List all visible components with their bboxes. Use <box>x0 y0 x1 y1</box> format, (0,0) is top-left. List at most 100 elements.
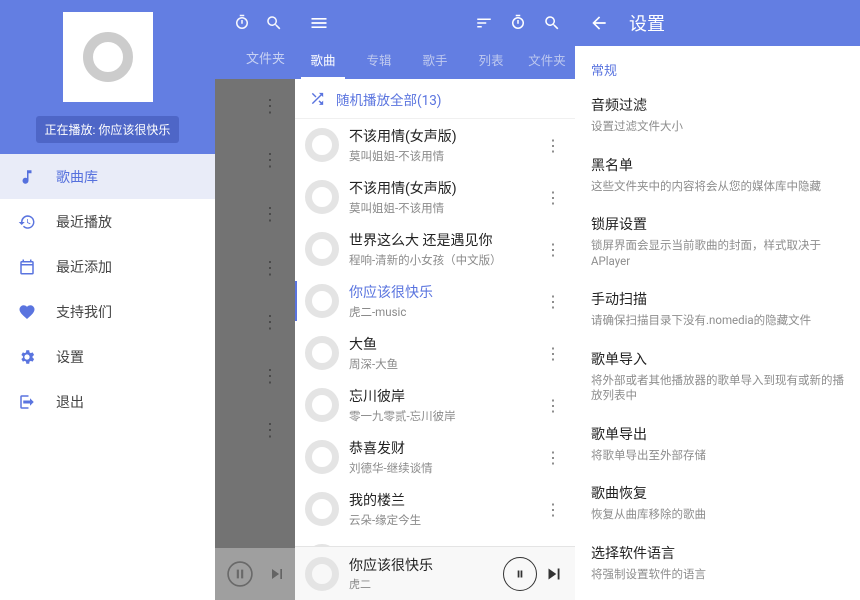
tab-0[interactable]: 歌曲 <box>295 46 351 79</box>
song-art-icon <box>305 440 339 474</box>
mini-player[interactable]: 你应该很快乐 虎二 <box>295 546 575 600</box>
setting-title: 选择软件语言 <box>591 543 844 563</box>
sort-icon[interactable] <box>475 14 493 32</box>
setting-item[interactable]: 歌曲恢复恢复从曲库移除的歌曲 <box>575 473 860 533</box>
songs-screen: 歌曲专辑歌手列表文件夹 随机播放全部(13) 不该用情(女声版)莫叫姐姐-不该用… <box>295 0 575 600</box>
tab-1[interactable]: 专辑 <box>351 46 407 79</box>
setting-subtitle: 设置过滤文件大小 <box>591 119 844 135</box>
more-icon[interactable]: ⋮ <box>541 344 565 363</box>
mini-player-artist: 虎二 <box>349 576 493 592</box>
backdrop-body: ⋮ ⋮ ⋮ ⋮ ⋮ ⋮ ⋮ <box>215 79 295 600</box>
settings-toolbar: 设置 <box>575 0 860 46</box>
setting-item[interactable]: 歌单导入将外部或者其他播放器的歌单导入到现有或新的播放列表中 <box>575 339 860 414</box>
song-info: 忘川彼岸零一九零贰-忘川彼岸 <box>349 386 531 424</box>
more-icon[interactable]: ⋮ <box>541 500 565 519</box>
song-row[interactable]: 世界这么大 还是遇见你程响-清新的小女孩（中文版） ⋮ <box>295 223 575 275</box>
tab-4[interactable]: 文件夹 <box>519 46 575 79</box>
drawer-item-4[interactable]: 设置 <box>0 334 215 379</box>
song-row[interactable]: 不该用情(女声版)莫叫姐姐-不该用情⋮ <box>295 119 575 171</box>
shuffle-all-label: 随机播放全部(13) <box>336 89 442 109</box>
next-button[interactable] <box>543 563 565 585</box>
drawer-item-0[interactable]: 歌曲库 <box>0 154 215 199</box>
setting-title: 音频过滤 <box>591 95 844 115</box>
setting-item[interactable]: 音频过滤设置过滤文件大小 <box>575 85 860 145</box>
more-icon[interactable]: ⋮ <box>541 240 565 259</box>
more-icon[interactable]: ⋮ <box>541 448 565 467</box>
song-row[interactable]: 大鱼周深-大鱼⋮ <box>295 327 575 379</box>
setting-item[interactable]: 选择软件语言将强制设置软件的语言 <box>575 533 860 593</box>
settings-title: 设置 <box>629 10 665 36</box>
setting-item[interactable]: 手动扫描请确保扫描目录下没有.nomedia的隐藏文件 <box>575 279 860 339</box>
backdrop-miniplayer <box>215 548 295 600</box>
song-row[interactable]: 你应该很快乐虎二-music ⋮ <box>295 275 575 327</box>
song-row[interactable]: 不该用情(女声版)莫叫姐姐-不该用情 ⋮ <box>295 171 575 223</box>
setting-subtitle: 将歌单导出至外部存储 <box>591 448 844 464</box>
song-artist: 莫叫姐姐-不该用情 <box>349 200 531 216</box>
song-art-icon <box>305 128 339 162</box>
song-title: 大鱼 <box>349 334 531 354</box>
more-icon[interactable]: ⋮ <box>541 292 565 311</box>
drawer-item-3[interactable]: 支持我们 <box>0 289 215 334</box>
song-artist: 云朵-缘定今生 <box>349 512 531 528</box>
more-icon[interactable]: ⋮ <box>541 188 565 207</box>
tab-3[interactable]: 列表 <box>463 46 519 79</box>
next-icon[interactable] <box>267 564 287 584</box>
more-icon[interactable]: ⋮ <box>261 312 279 333</box>
pause-icon[interactable] <box>227 561 253 587</box>
song-artist: 虎二-music <box>349 304 531 320</box>
hamburger-icon[interactable] <box>309 13 329 33</box>
song-info: 不该用情(女声版)莫叫姐姐-不该用情 <box>349 178 531 216</box>
song-row[interactable]: 忘川彼岸零一九零贰-忘川彼岸 ⋮ <box>295 379 575 431</box>
search-icon[interactable] <box>543 14 561 32</box>
now-playing-art[interactable] <box>63 12 153 102</box>
settings-section-header: 常规 <box>575 46 860 85</box>
more-icon[interactable]: ⋮ <box>261 366 279 387</box>
timer-icon[interactable] <box>233 14 251 32</box>
settings-screen: 设置 常规 音频过滤设置过滤文件大小黑名单这些文件夹中的内容将会从您的媒体库中隐… <box>575 0 860 600</box>
song-art-icon <box>305 284 339 318</box>
song-info: 你应该很快乐虎二-music <box>349 282 531 320</box>
shuffle-icon <box>309 90 326 107</box>
history-icon <box>18 213 36 231</box>
more-icon[interactable]: ⋮ <box>261 258 279 279</box>
setting-item[interactable]: 歌单导出将歌单导出至外部存储 <box>575 414 860 474</box>
songs-toolbar <box>295 0 575 46</box>
more-icon[interactable]: ⋮ <box>261 204 279 225</box>
song-row[interactable]: 我的楼兰云朵-缘定今生 ⋮ <box>295 483 575 535</box>
mini-player-info: 你应该很快乐 虎二 <box>349 555 493 592</box>
song-info: 恭喜发财刘德华-继续谈情 <box>349 438 531 476</box>
more-icon[interactable]: ⋮ <box>261 150 279 171</box>
more-icon[interactable]: ⋮ <box>261 96 279 117</box>
shuffle-all-row[interactable]: 随机播放全部(13) <box>295 79 575 119</box>
timer-icon[interactable] <box>509 14 527 32</box>
setting-item[interactable]: 黑名单这些文件夹中的内容将会从您的媒体库中隐藏 <box>575 145 860 205</box>
song-art-icon <box>305 180 339 214</box>
backdrop-tab-label[interactable]: 文件夹 <box>246 48 285 67</box>
drawer-item-1[interactable]: 最近播放 <box>0 199 215 244</box>
song-title: 忘川彼岸 <box>349 386 531 406</box>
backdrop-tabs: 文件夹 <box>215 46 295 79</box>
song-art-icon <box>305 492 339 526</box>
setting-title: 歌单导出 <box>591 424 844 444</box>
now-playing-badge[interactable]: 正在播放: 你应该很快乐 <box>36 116 180 143</box>
drawer-item-2[interactable]: 最近添加 <box>0 244 215 289</box>
setting-subtitle: 请确保扫描目录下没有.nomedia的隐藏文件 <box>591 313 844 329</box>
more-icon[interactable]: ⋮ <box>541 136 565 155</box>
song-title: 世界这么大 还是遇见你 <box>349 230 531 250</box>
drawer-menu: 歌曲库最近播放最近添加支持我们设置退出 <box>0 154 215 424</box>
song-art-icon <box>305 232 339 266</box>
setting-subtitle: 恢复从曲库移除的歌曲 <box>591 507 844 523</box>
search-icon[interactable] <box>265 14 283 32</box>
song-row[interactable]: 恭喜发财刘德华-继续谈情 ⋮ <box>295 431 575 483</box>
pause-button[interactable] <box>503 557 537 591</box>
setting-item[interactable]: 锁屏设置锁屏界面会显示当前歌曲的封面，样式取决于APlayer <box>575 204 860 279</box>
setting-item[interactable]: 断点播放再次打开软件时将从断点处开始播放 <box>575 592 860 600</box>
song-title: 我的楼兰 <box>349 490 531 510</box>
song-info: 世界这么大 还是遇见你程响-清新的小女孩（中文版） <box>349 230 531 268</box>
backdrop-screen: 文件夹 ⋮ ⋮ ⋮ ⋮ ⋮ ⋮ ⋮ <box>215 0 295 600</box>
back-icon[interactable] <box>589 13 609 33</box>
more-icon[interactable]: ⋮ <box>261 420 279 441</box>
more-icon[interactable]: ⋮ <box>541 396 565 415</box>
tab-2[interactable]: 歌手 <box>407 46 463 79</box>
drawer-item-5[interactable]: 退出 <box>0 379 215 424</box>
